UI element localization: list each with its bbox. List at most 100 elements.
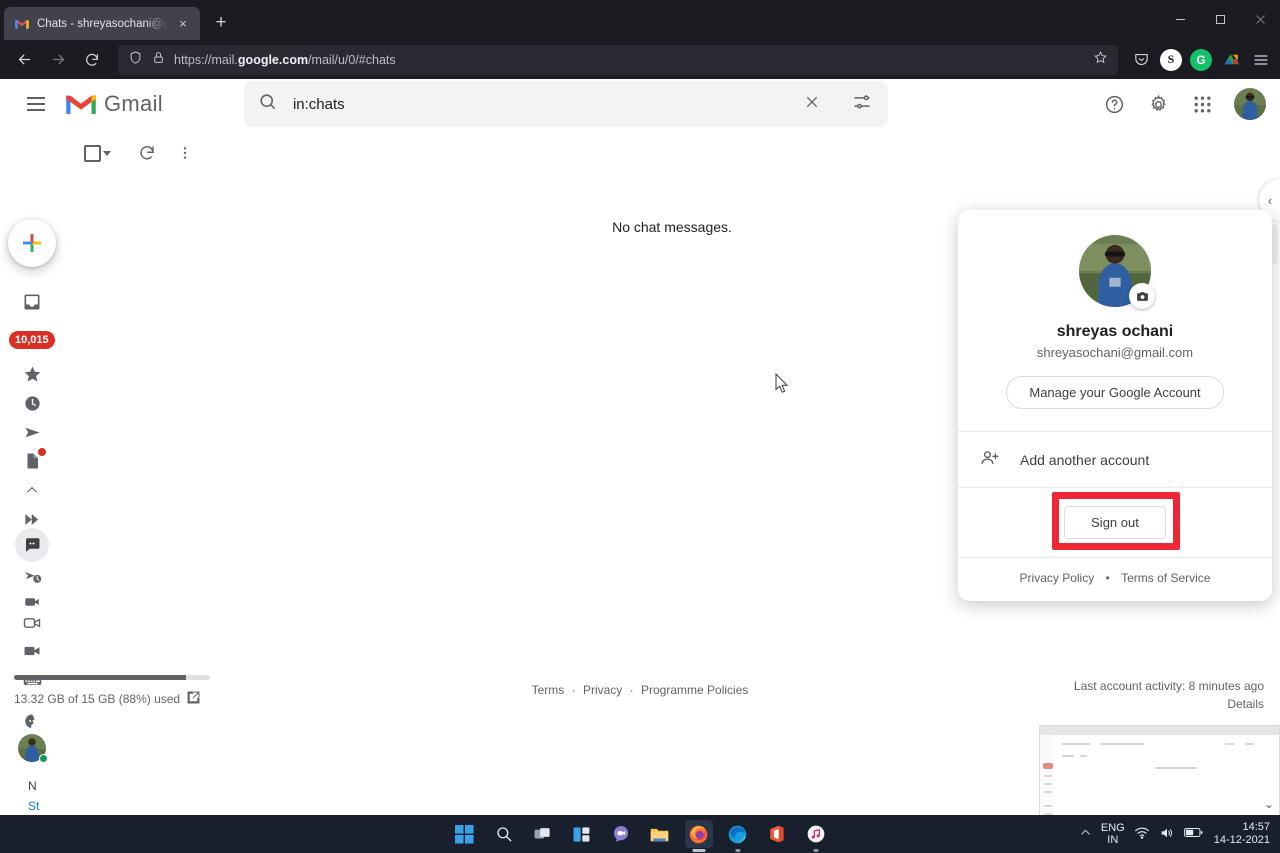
shield-icon[interactable] — [128, 50, 143, 70]
sidebar-user-avatar[interactable] — [15, 731, 49, 765]
gmail-brand-label: Gmail — [104, 91, 163, 117]
volume-icon[interactable] — [1159, 825, 1175, 844]
tab-title: Chats - shreyasochani@gmail.c — [37, 18, 167, 30]
page-scrollbar[interactable] — [1271, 224, 1278, 264]
chevron-down-icon[interactable]: ⌄ — [1264, 797, 1274, 811]
new-tab-button[interactable]: + — [206, 8, 236, 38]
drafts-unread-dot — [38, 448, 46, 456]
clock-date: 14-12-2021 — [1214, 834, 1270, 847]
preview-titlebar — [1040, 726, 1279, 735]
back-arrow-icon[interactable] — [8, 45, 40, 75]
firefox-menu-icon[interactable] — [1250, 49, 1272, 71]
google-apps-icon[interactable] — [1182, 84, 1222, 124]
skype-extension-icon[interactable]: S — [1160, 49, 1182, 71]
popup-identity: shreyas ochani shreyasochani@gmail.com M… — [958, 210, 1272, 431]
minimize-icon[interactable] — [1160, 0, 1200, 38]
last-activity-text: Last account activity: 8 minutes ago — [1074, 679, 1264, 693]
edge-button[interactable] — [724, 820, 752, 848]
music-button[interactable] — [802, 820, 830, 848]
forward-arrow-icon[interactable] — [42, 45, 74, 75]
sidebar-item-chat[interactable] — [15, 528, 49, 562]
lock-icon[interactable] — [152, 51, 165, 69]
mouse-pointer — [775, 373, 790, 400]
chevron-down-icon[interactable] — [103, 151, 111, 156]
task-view-button[interactable] — [529, 820, 557, 848]
battery-icon[interactable] — [1184, 826, 1203, 842]
widgets-button[interactable] — [568, 820, 596, 848]
popup-avatar[interactable] — [1079, 235, 1151, 307]
wifi-icon[interactable] — [1134, 825, 1150, 844]
office-button[interactable] — [763, 820, 791, 848]
grammarly-extension-icon[interactable]: G — [1190, 49, 1212, 71]
add-another-account-button[interactable]: Add another account — [958, 432, 1272, 487]
search-button[interactable] — [490, 820, 518, 848]
popup-account-email: shreyasochani@gmail.com — [958, 345, 1272, 360]
gmail-page: Gmail — [0, 79, 1280, 815]
preview-body — [1040, 735, 1279, 815]
footer-separator-2: · — [630, 683, 634, 697]
clock-time: 14:57 — [1214, 821, 1270, 834]
clock[interactable]: 14:57 14-12-2021 — [1214, 821, 1270, 847]
compose-button[interactable] — [8, 219, 56, 267]
search-options-icon[interactable] — [846, 92, 878, 117]
chat-corner-line2[interactable]: St — [28, 799, 39, 813]
bookmark-star-icon[interactable] — [1093, 50, 1108, 70]
search-icon[interactable] — [258, 92, 277, 116]
reload-icon[interactable] — [76, 45, 108, 75]
browser-tab[interactable]: Chats - shreyasochani@gmail.c × — [4, 7, 200, 40]
footer-link-programme-policies[interactable]: Programme Policies — [641, 683, 748, 697]
sidebar-item-inbox[interactable] — [8, 285, 56, 319]
url-bar[interactable]: https://mail.google.com/mail/u/0/#chats — [118, 45, 1118, 75]
popup-account-name: shreyas ochani — [958, 323, 1272, 341]
manage-google-account-button[interactable]: Manage your Google Account — [1006, 376, 1223, 409]
footer-link-terms[interactable]: Terms — [532, 683, 565, 697]
select-all-checkbox[interactable] — [76, 145, 111, 162]
gmail-brand[interactable]: Gmail — [64, 91, 163, 117]
windows-taskbar: ENG IN 14:57 14-12-2021 — [0, 815, 1280, 853]
close-icon[interactable] — [1240, 0, 1280, 38]
search-bar[interactable] — [244, 81, 888, 127]
main-menu-icon[interactable] — [16, 84, 56, 124]
support-icon[interactable] — [1094, 84, 1134, 124]
extension-icons: S G — [1120, 49, 1272, 71]
tab-strip: Chats - shreyasochani@gmail.c × + — [0, 0, 1280, 40]
start-button[interactable] — [451, 820, 479, 848]
footer-link-privacy[interactable]: Privacy — [583, 683, 622, 697]
chat-corner-panel[interactable]: N St — [28, 779, 39, 813]
sign-out-button[interactable]: Sign out — [1064, 506, 1166, 539]
language-indicator[interactable]: ENG IN — [1101, 822, 1125, 847]
firefox-button[interactable] — [685, 820, 713, 848]
checkbox-icon[interactable] — [84, 145, 101, 162]
tab-close-icon[interactable]: × — [174, 15, 192, 33]
change-photo-camera-icon[interactable] — [1129, 283, 1155, 309]
chat-corner-line1: N — [28, 779, 39, 793]
maximize-icon[interactable] — [1200, 0, 1240, 38]
terms-of-service-link[interactable]: Terms of Service — [1121, 571, 1210, 585]
show-hidden-icons-chevron[interactable] — [1079, 826, 1092, 842]
list-toolbar — [64, 129, 1280, 177]
account-avatar[interactable] — [1234, 88, 1266, 120]
teams-chat-button[interactable] — [607, 820, 635, 848]
online-status-dot — [39, 754, 48, 763]
privacy-policy-link[interactable]: Privacy Policy — [1020, 571, 1095, 585]
popup-legal-links: Privacy Policy • Terms of Service — [958, 558, 1272, 601]
pocket-icon[interactable] — [1130, 49, 1152, 71]
search-input[interactable] — [293, 96, 778, 113]
activity-details-link[interactable]: Details — [1074, 697, 1264, 711]
colorful-extension-icon[interactable] — [1220, 49, 1242, 71]
legal-separator: • — [1106, 571, 1110, 585]
settings-gear-icon[interactable] — [1138, 84, 1178, 124]
storage-bar — [14, 675, 210, 680]
more-options-icon[interactable] — [167, 135, 203, 171]
file-explorer-button[interactable] — [646, 820, 674, 848]
clear-icon[interactable] — [794, 94, 830, 115]
add-another-account-label: Add another account — [1020, 452, 1149, 468]
system-tray: ENG IN 14:57 14-12-2021 — [1079, 821, 1274, 847]
gmail-favicon — [14, 16, 30, 32]
refresh-icon[interactable] — [129, 135, 165, 171]
language-line1: ENG — [1101, 822, 1125, 835]
url-text[interactable]: https://mail.google.com/mail/u/0/#chats — [174, 53, 396, 67]
header-actions — [1094, 84, 1266, 124]
screen-share-preview[interactable] — [1039, 725, 1280, 815]
gmail-header: Gmail — [0, 79, 1280, 129]
